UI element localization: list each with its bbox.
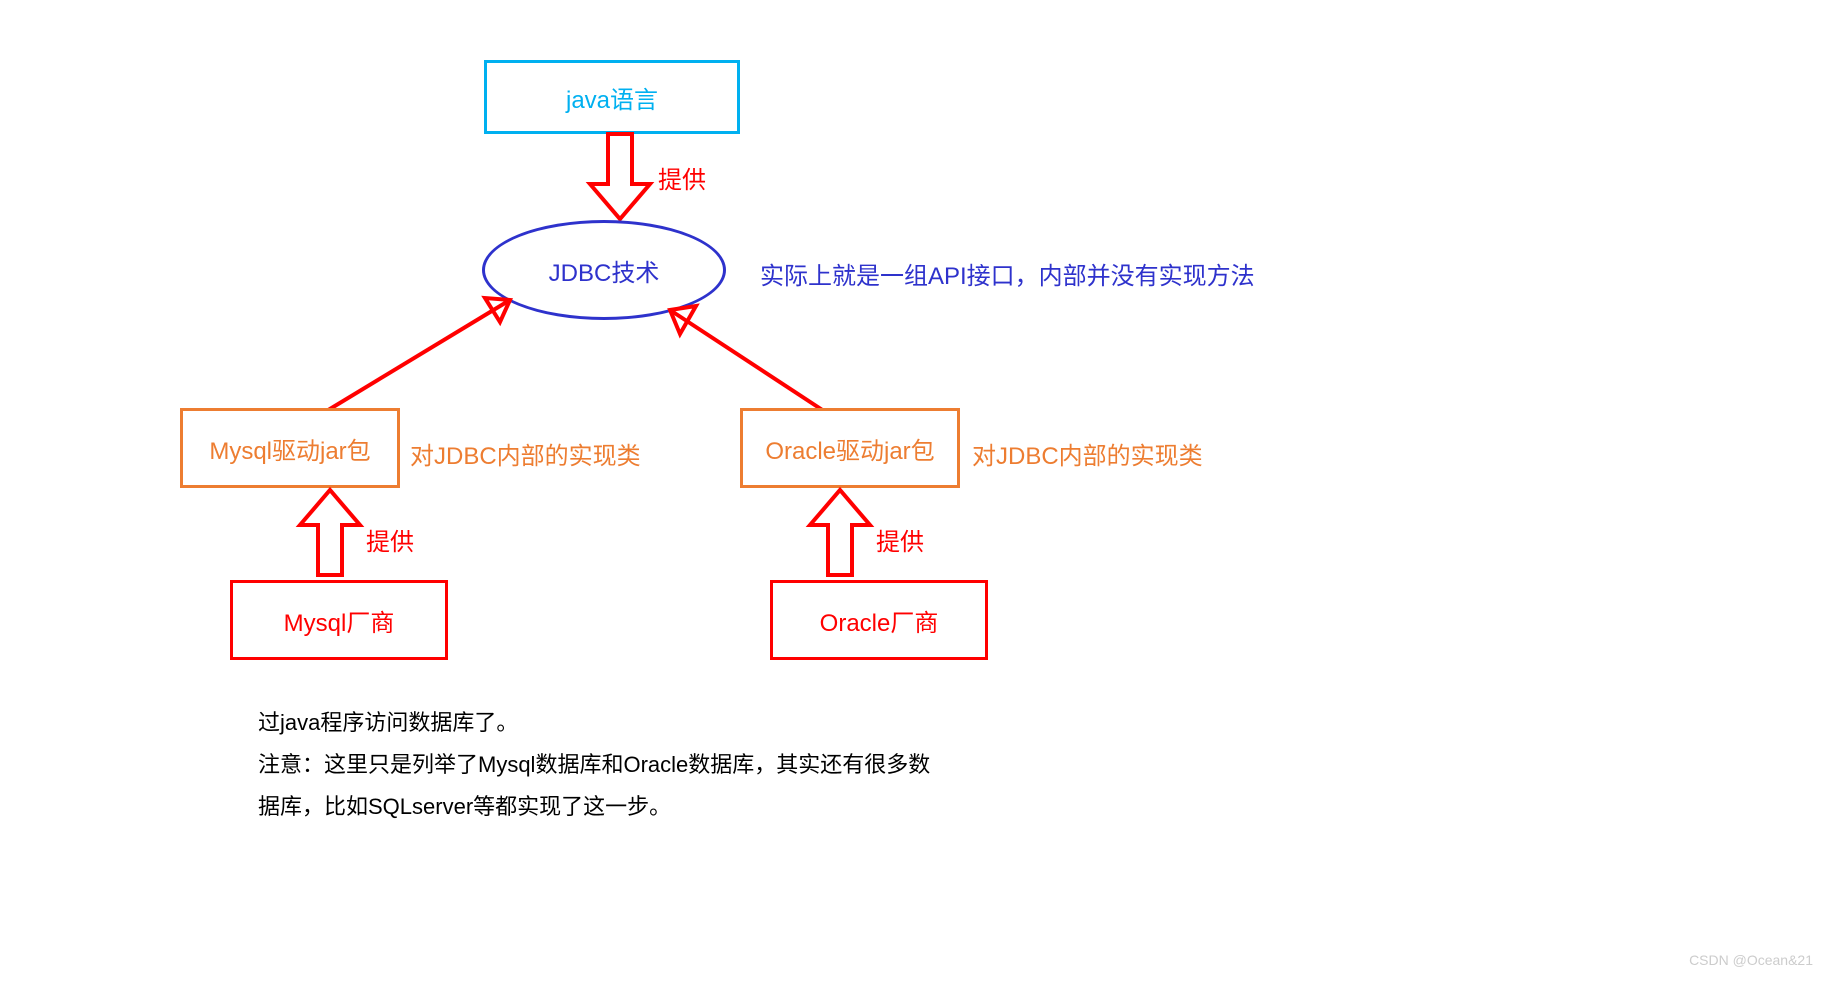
- oracle-driver-box: Oracle驱动jar包: [740, 408, 960, 488]
- mysql-vendor-box: Mysql厂商: [230, 580, 448, 660]
- arrow-mysql-vendor-up: [300, 490, 360, 580]
- oracle-driver-label: Oracle驱动jar包: [765, 431, 934, 466]
- oracle-driver-note: 对JDBC内部的实现类: [972, 436, 1203, 471]
- arrow-oracle-vendor-up: [810, 490, 870, 580]
- provide-top-label: 提供: [658, 160, 706, 195]
- arrow-java-to-jdbc: [590, 134, 650, 224]
- jdbc-note: 实际上就是一组API接口，内部并没有实现方法: [760, 256, 1255, 291]
- mysql-driver-label: Mysql驱动jar包: [209, 431, 370, 466]
- para-line-1: 过java程序访问数据库了。: [258, 702, 958, 744]
- provide-oracle-label: 提供: [876, 522, 924, 557]
- mysql-vendor-label: Mysql厂商: [284, 603, 395, 638]
- java-box: java语言: [484, 60, 740, 134]
- watermark: CSDN @Ocean&21: [1689, 952, 1813, 968]
- description-paragraph: 过java程序访问数据库了。 注意：这里只是列举了Mysql数据库和Oracle…: [258, 702, 958, 827]
- mysql-driver-note: 对JDBC内部的实现类: [410, 436, 641, 471]
- arrow-mysql-to-jdbc: [310, 280, 540, 420]
- para-line-2: 注意：这里只是列举了Mysql数据库和Oracle数据库，其实还有很多数: [258, 744, 958, 786]
- java-label: java语言: [566, 80, 658, 115]
- arrow-oracle-to-jdbc: [660, 290, 840, 420]
- jdbc-label: JDBC技术: [549, 253, 660, 288]
- provide-mysql-label: 提供: [366, 522, 414, 557]
- oracle-vendor-label: Oracle厂商: [820, 603, 939, 638]
- oracle-vendor-box: Oracle厂商: [770, 580, 988, 660]
- para-line-3: 据库，比如SQLserver等都实现了这一步。: [258, 786, 958, 828]
- mysql-driver-box: Mysql驱动jar包: [180, 408, 400, 488]
